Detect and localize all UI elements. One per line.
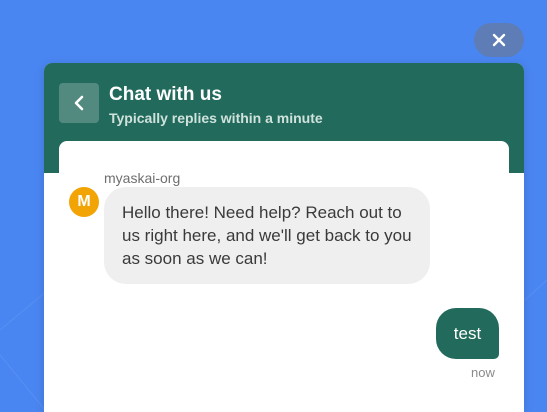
- bot-message-bubble: Hello there! Need help? Reach out to us …: [104, 187, 430, 284]
- close-icon: [492, 33, 506, 47]
- bot-sender-name: myaskai-org: [104, 170, 181, 186]
- chat-widget: Chat with us Typically replies within a …: [44, 63, 524, 412]
- back-button[interactable]: [59, 83, 99, 123]
- user-message-bubble[interactable]: test: [436, 308, 499, 359]
- message-list: myaskai-org M Hello there! Need help? Re…: [59, 141, 509, 412]
- close-chat-button[interactable]: [474, 23, 524, 57]
- bot-avatar: M: [69, 187, 99, 217]
- chevron-left-icon: [74, 95, 84, 111]
- message-timestamp: now: [471, 365, 495, 380]
- chat-subtitle: Typically replies within a minute: [109, 110, 323, 126]
- chat-title: Chat with us: [109, 84, 222, 105]
